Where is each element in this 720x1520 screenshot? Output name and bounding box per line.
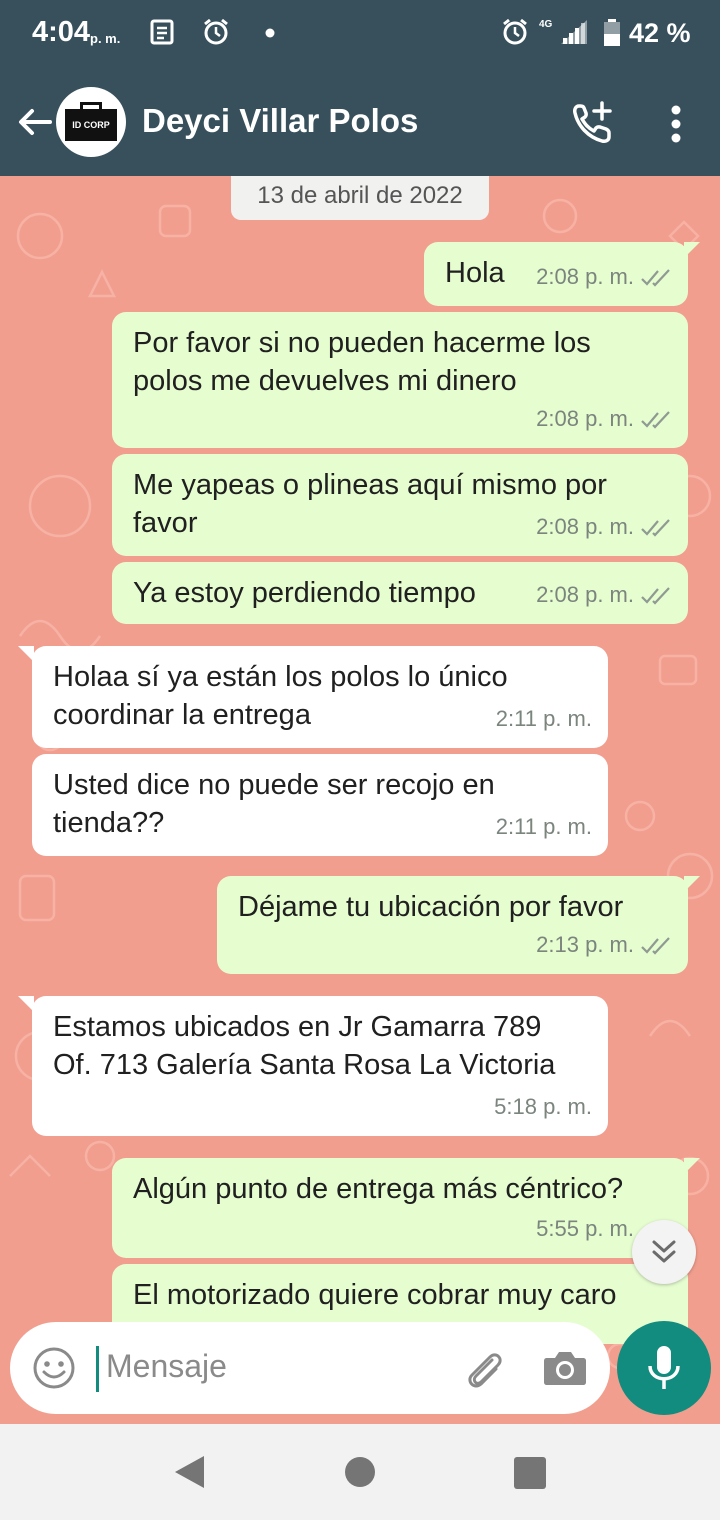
- status-bar: 4:04 p. m. 4G 42 %: [0, 0, 720, 72]
- message-meta: 2:08 p. m.: [536, 508, 672, 546]
- contact-name[interactable]: Deyci Villar Polos: [142, 102, 418, 140]
- camera-icon[interactable]: [542, 1348, 588, 1388]
- mic-icon: [648, 1346, 680, 1389]
- message-time: 2:08 p. m.: [536, 264, 634, 289]
- double-check-icon: [641, 937, 670, 955]
- newspaper-icon: [150, 19, 174, 45]
- message-text: Algún punto de entrega más céntrico?: [133, 1173, 624, 1205]
- message-outgoing[interactable]: Ya estoy perdiendo tiempo 2:08 p. m.: [112, 562, 688, 624]
- mic-button[interactable]: [617, 1321, 711, 1415]
- message-outgoing[interactable]: Algún punto de entrega más céntrico? 5:5…: [112, 1158, 688, 1258]
- message-incoming[interactable]: Holaa sí ya están los polos lo único coo…: [32, 646, 608, 748]
- message-time: 5:55 p. m.: [536, 1216, 634, 1241]
- message-time: 5:18 p. m.: [494, 1094, 592, 1119]
- message-time: 2:11 p. m.: [495, 814, 592, 839]
- message-composer[interactable]: Mensaje: [10, 1322, 610, 1414]
- message-time: 2:08 p. m.: [536, 514, 634, 539]
- nav-back-icon[interactable]: [172, 1454, 206, 1490]
- bubble-tail: [18, 646, 34, 662]
- date-label: 13 de abril de 2022: [231, 176, 489, 220]
- avatar[interactable]: ID CORP: [56, 87, 126, 157]
- status-ampm: p. m.: [90, 31, 121, 46]
- attach-icon[interactable]: [462, 1346, 508, 1392]
- message-outgoing[interactable]: Por favor si no pueden hacerme los polos…: [112, 312, 688, 448]
- bubble-tail: [18, 996, 34, 1012]
- message-input[interactable]: Mensaje: [106, 1348, 227, 1385]
- message-outgoing[interactable]: Me yapeas o plineas aquí mismo por favor…: [112, 454, 688, 556]
- scroll-to-bottom-button[interactable]: [632, 1220, 696, 1284]
- bubble-tail: [684, 242, 700, 258]
- bubble-tail: [684, 876, 700, 892]
- battery-icon: [604, 19, 620, 46]
- double-chevron-down-icon: [652, 1240, 676, 1263]
- nav-recents-icon[interactable]: [514, 1457, 546, 1489]
- message-meta: 2:08 p. m.: [536, 400, 672, 438]
- double-check-icon: [641, 519, 670, 537]
- emoji-icon[interactable]: [32, 1346, 76, 1390]
- message-outgoing[interactable]: Hola 2:08 p. m.: [424, 242, 688, 306]
- message-time: 2:13 p. m.: [536, 932, 634, 957]
- message-time: 2:08 p. m.: [536, 582, 634, 607]
- system-navigation-bar: [0, 1424, 720, 1520]
- network-type: 4G: [539, 19, 553, 30]
- message-outgoing[interactable]: Déjame tu ubicación por favor 2:13 p. m.: [217, 876, 688, 974]
- message-text: Estamos ubicados en Jr Gamarra 789 Of. 7…: [53, 1011, 556, 1081]
- message-text: Déjame tu ubicación por favor: [238, 891, 624, 923]
- chat-header: ID CORP Deyci Villar Polos: [0, 72, 720, 176]
- more-vert-icon[interactable]: [664, 102, 688, 146]
- battery-percent: 42 %: [629, 18, 691, 48]
- message-meta: 2:13 p. m.: [536, 926, 672, 964]
- message-time: 2:08 p. m.: [536, 406, 634, 431]
- alarm-icon: [503, 18, 527, 45]
- alarm-icon: [204, 18, 228, 45]
- message-incoming[interactable]: Usted dice no puede ser recojo en tienda…: [32, 754, 608, 856]
- double-check-icon: [641, 411, 670, 429]
- nav-home-icon[interactable]: [345, 1457, 375, 1487]
- double-check-icon: [641, 269, 670, 287]
- message-meta: 2:08 p. m.: [536, 258, 672, 296]
- add-call-icon[interactable]: [568, 100, 616, 148]
- signal-icon: [561, 20, 587, 44]
- double-check-icon: [641, 587, 670, 605]
- avatar-logo: ID CORP: [65, 109, 117, 141]
- message-incoming[interactable]: Estamos ubicados en Jr Gamarra 789 Of. 7…: [32, 996, 608, 1136]
- text-cursor: [96, 1346, 99, 1392]
- chat-area[interactable]: 13 de abril de 2022 Hola 2:08 p. m. Por …: [0, 176, 720, 1424]
- message-text: Por favor si no pueden hacerme los polos…: [133, 327, 591, 397]
- message-meta: 2:08 p. m.: [536, 576, 672, 614]
- message-text: El motorizado quiere cobrar muy caro: [133, 1279, 617, 1311]
- status-time: 4:04: [32, 16, 91, 48]
- bubble-tail: [684, 1158, 700, 1174]
- message-time: 2:11 p. m.: [495, 706, 592, 731]
- dot-icon: [265, 28, 275, 38]
- back-arrow-icon[interactable]: [14, 102, 54, 142]
